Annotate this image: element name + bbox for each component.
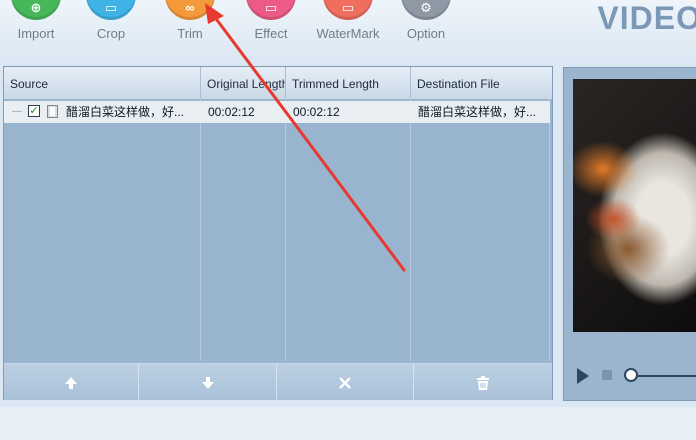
- column-header-original-length[interactable]: Original Length: [201, 67, 286, 99]
- close-icon: [339, 376, 351, 389]
- column-divider: [549, 99, 550, 361]
- stop-icon[interactable]: [602, 370, 612, 380]
- clear-list-button[interactable]: [414, 364, 552, 400]
- tree-line: —: [12, 106, 22, 117]
- crop-label: Crop: [96, 26, 126, 41]
- original-length: 00:02:12: [208, 105, 255, 119]
- trim-label: Trim: [177, 26, 203, 41]
- move-down-button[interactable]: [139, 364, 277, 400]
- move-up-button[interactable]: [4, 364, 139, 400]
- column-divider: [410, 99, 411, 361]
- column-divider: [285, 99, 286, 361]
- video-preview: [573, 79, 696, 332]
- video-file-icon: [47, 105, 58, 118]
- arrow-up-icon: [65, 376, 77, 389]
- column-header-source[interactable]: Source: [4, 67, 201, 99]
- row-checkbox[interactable]: ✓: [28, 105, 40, 117]
- trimmed-length: 00:02:12: [293, 105, 340, 119]
- watermark-label: WaterMark: [316, 26, 380, 41]
- file-list-table: Source Original Length Trimmed Length De…: [3, 66, 553, 400]
- import-label: Import: [17, 26, 55, 41]
- column-header-destination-file[interactable]: Destination File: [411, 67, 552, 99]
- table-row[interactable]: — ✓ 醋溜白菜这样做，好... 00:02:12 00:02:12 醋溜白菜这…: [4, 101, 550, 123]
- column-header-trimmed-length[interactable]: Trimmed Length: [286, 67, 411, 99]
- status-bar: [0, 407, 696, 440]
- column-divider: [200, 99, 201, 361]
- remove-button[interactable]: [277, 364, 414, 400]
- effect-label: Effect: [254, 26, 288, 41]
- preview-panel: [563, 67, 696, 401]
- table-header: Source Original Length Trimmed Length De…: [4, 67, 552, 100]
- brand-logo-text: VIDEO: [597, 0, 696, 36]
- option-label: Option: [406, 26, 446, 41]
- toolbar: ⊕ Import ▭ Crop ∞ Trim ▭ Effect ▭ WaterM…: [0, 0, 696, 58]
- play-icon[interactable]: [577, 368, 589, 384]
- source-filename: 醋溜白菜这样做，好...: [66, 105, 185, 119]
- table-toolbar: [4, 363, 552, 400]
- destination-filename: 醋溜白菜这样做，好...: [418, 105, 537, 119]
- trash-icon: [477, 375, 489, 390]
- arrow-down-icon: [201, 376, 214, 389]
- seek-handle[interactable]: [624, 368, 638, 382]
